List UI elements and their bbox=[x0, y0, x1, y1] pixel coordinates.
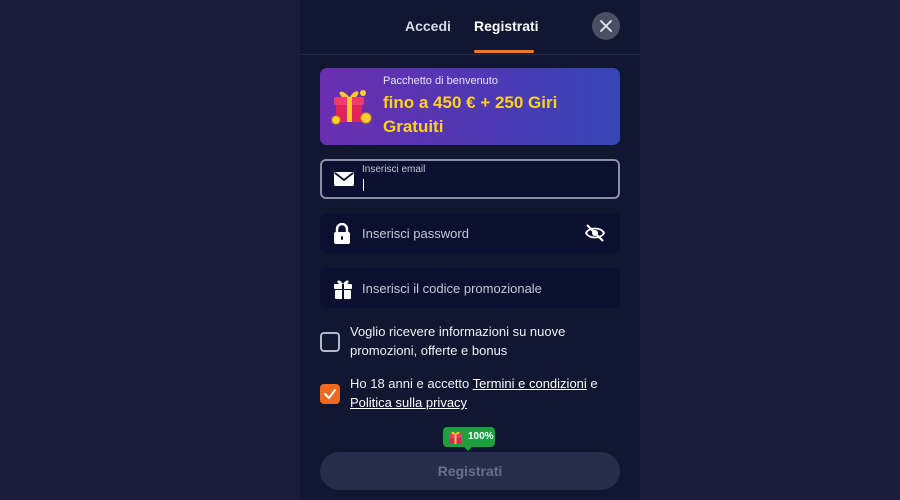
email-field[interactable]: Inserisci email bbox=[320, 159, 620, 199]
banner-title: Pacchetto di benvenuto bbox=[383, 75, 498, 87]
lock-icon bbox=[334, 223, 350, 244]
gift-icon bbox=[449, 431, 462, 444]
text-caret bbox=[363, 179, 364, 191]
checkmark-icon bbox=[324, 389, 336, 399]
register-button[interactable]: Registrati bbox=[320, 452, 620, 490]
tab-register[interactable]: Registrati bbox=[474, 18, 539, 34]
newsletter-checkbox[interactable] bbox=[320, 332, 340, 352]
terms-prefix: Ho 18 anni e accetto bbox=[350, 376, 473, 391]
privacy-link[interactable]: Politica sulla privacy bbox=[350, 395, 467, 410]
tab-login[interactable]: Accedi bbox=[405, 18, 451, 34]
terms-checkbox[interactable] bbox=[320, 384, 340, 404]
promo-placeholder: Inserisci il codice promozionale bbox=[362, 281, 542, 296]
auth-tabs: Accedi Registrati bbox=[300, 0, 640, 55]
envelope-icon bbox=[334, 172, 354, 186]
close-icon bbox=[600, 20, 612, 32]
email-label: Inserisci email bbox=[362, 164, 426, 175]
terms-middle: e bbox=[586, 376, 598, 391]
close-button[interactable] bbox=[592, 12, 620, 40]
badge-pointer bbox=[463, 446, 473, 451]
banner-offer: fino a 450 € + 250 Giri Gratuiti bbox=[383, 93, 558, 136]
bonus-badge: 100% bbox=[443, 427, 495, 451]
active-tab-indicator bbox=[474, 50, 534, 53]
password-field[interactable]: Inserisci password bbox=[320, 213, 620, 253]
eye-off-icon[interactable] bbox=[584, 222, 606, 244]
gift-icon bbox=[331, 90, 372, 125]
registration-modal: Accedi Registrati Pacchetto di benvenuto… bbox=[300, 0, 640, 500]
newsletter-consent: Voglio ricevere informazioni su nuove pr… bbox=[320, 322, 620, 362]
bonus-badge-text: 100% bbox=[468, 431, 494, 442]
password-placeholder: Inserisci password bbox=[362, 226, 469, 241]
welcome-bonus-banner: Pacchetto di benvenuto fino a 450 € + 25… bbox=[320, 68, 620, 145]
newsletter-text: Voglio ricevere informazioni su nuove pr… bbox=[350, 324, 566, 358]
promo-code-field[interactable]: Inserisci il codice promozionale bbox=[320, 268, 620, 308]
gift-icon bbox=[334, 280, 352, 299]
terms-link[interactable]: Termini e condizioni bbox=[473, 376, 587, 391]
terms-text: Ho 18 anni e accetto Termini e condizion… bbox=[350, 374, 620, 412]
terms-consent: Ho 18 anni e accetto Termini e condizion… bbox=[320, 374, 620, 414]
